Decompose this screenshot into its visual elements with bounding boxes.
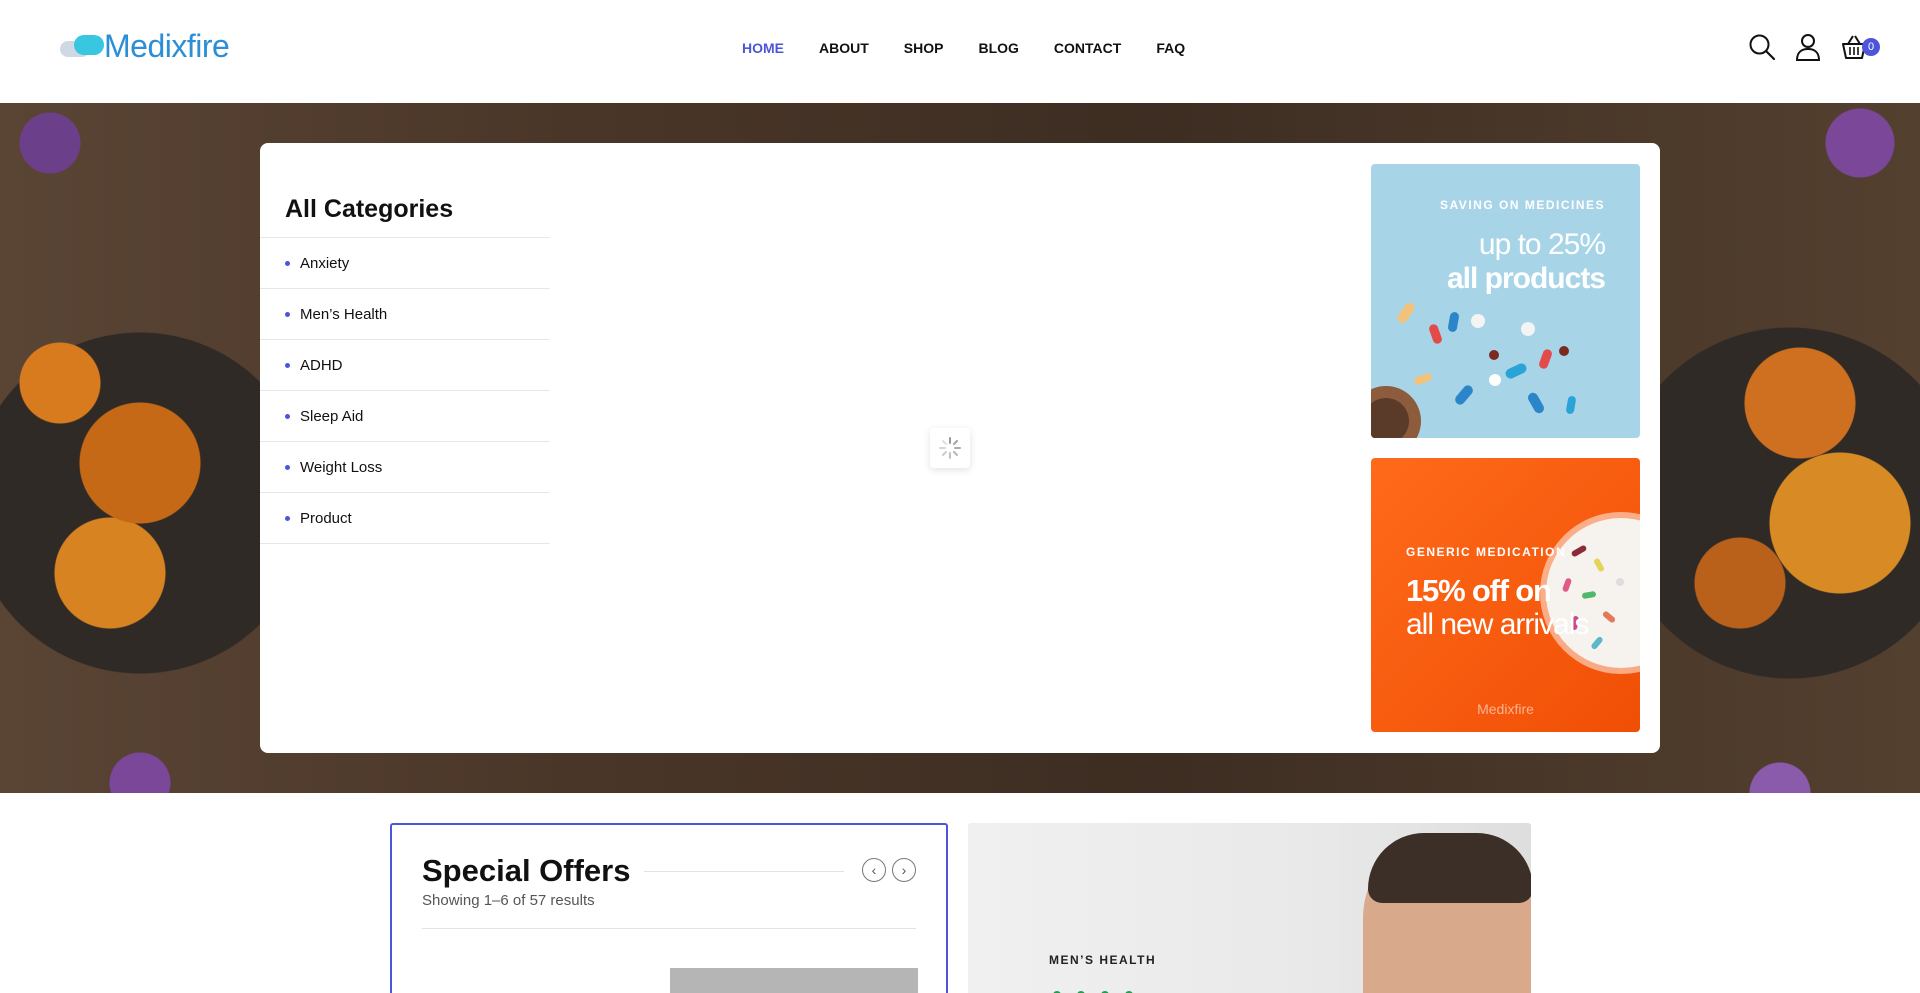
banner-brand: Medixfire: [1477, 701, 1534, 717]
site-header: Medixfire HOME ABOUT SHOP BLOG CONTACT F…: [0, 0, 1920, 103]
mens-health-banner[interactable]: MEN’S HEALTH: [968, 823, 1531, 993]
logo-pill-icon: [60, 31, 106, 61]
promo-banner-savings[interactable]: SAVING ON MEDICINES up to 25% all produc…: [1371, 164, 1640, 438]
pills-plate-image: [1546, 518, 1640, 668]
category-item[interactable]: Product: [260, 493, 550, 544]
nav-home[interactable]: HOME: [742, 40, 784, 56]
category-label: Men’s Health: [300, 305, 388, 323]
category-label: ADHD: [300, 356, 343, 374]
categories-list: Anxiety Men’s Health ADHD Sleep Aid Weig…: [260, 237, 550, 544]
results-count: Showing 1–6 of 57 results: [422, 892, 595, 909]
man-hair-image: [1368, 833, 1531, 903]
hero-section: All Categories Anxiety Men’s Health ADHD…: [0, 103, 1920, 793]
bullet-dot-icon: [285, 362, 290, 368]
banner-eyebrow: SAVING ON MEDICINES: [1440, 198, 1605, 212]
category-item[interactable]: Sleep Aid: [260, 391, 550, 442]
section-divider: [422, 928, 916, 929]
product-image-placeholder[interactable]: [670, 968, 918, 993]
user-icon[interactable]: [1794, 33, 1822, 61]
basket-icon[interactable]: 0: [1840, 33, 1880, 61]
category-label: Anxiety: [300, 254, 350, 272]
header-actions: 0: [1748, 33, 1880, 61]
bullet-dot-icon: [285, 311, 290, 317]
banner-headline-bold: all products: [1446, 262, 1606, 295]
nav-contact[interactable]: CONTACT: [1054, 40, 1121, 56]
nav-blog[interactable]: BLOG: [978, 40, 1018, 56]
nav-faq[interactable]: FAQ: [1156, 40, 1185, 56]
title-divider: [644, 871, 844, 872]
banner-eyebrow: GENERIC MEDICATION: [1406, 545, 1567, 559]
promo-banner-generic[interactable]: GENERIC MEDICATION 15% off on all new ar…: [1371, 458, 1640, 732]
bullet-dot-icon: [285, 413, 290, 419]
bullet-dot-icon: [285, 260, 290, 266]
main-nav: HOME ABOUT SHOP BLOG CONTACT FAQ: [742, 40, 1220, 56]
categories-title: All Categories: [285, 195, 454, 223]
chevron-left-icon[interactable]: ‹: [862, 858, 886, 882]
bullet-dot-icon: [285, 515, 290, 521]
banner-eyebrow: MEN’S HEALTH: [1049, 953, 1157, 967]
banner-headline: all new arrivals: [1406, 608, 1589, 641]
nav-shop[interactable]: SHOP: [904, 40, 944, 56]
special-offers-box: Special Offers ‹ › Showing 1–6 of 57 res…: [390, 823, 948, 993]
loading-spinner-icon: [930, 428, 970, 468]
category-item[interactable]: ADHD: [260, 340, 550, 391]
bullet-dot-icon: [285, 464, 290, 470]
hero-card: All Categories Anxiety Men’s Health ADHD…: [260, 143, 1660, 753]
chevron-right-icon[interactable]: ›: [892, 858, 916, 882]
banner-headline: up to 25%: [1478, 228, 1606, 261]
banner-headline-bold: 15% off on: [1406, 573, 1552, 608]
category-label: Product: [300, 509, 352, 527]
search-icon[interactable]: [1748, 33, 1776, 61]
special-offers-title: Special Offers: [422, 853, 631, 888]
logo-text: Medixfire: [104, 27, 230, 64]
category-item[interactable]: Anxiety: [260, 238, 550, 289]
category-item[interactable]: Weight Loss: [260, 442, 550, 493]
category-item[interactable]: Men’s Health: [260, 289, 550, 340]
logo[interactable]: Medixfire: [60, 27, 230, 64]
nav-about[interactable]: ABOUT: [819, 40, 869, 56]
category-label: Weight Loss: [300, 458, 383, 476]
category-label: Sleep Aid: [300, 407, 364, 425]
cart-count-badge: 0: [1862, 38, 1880, 56]
